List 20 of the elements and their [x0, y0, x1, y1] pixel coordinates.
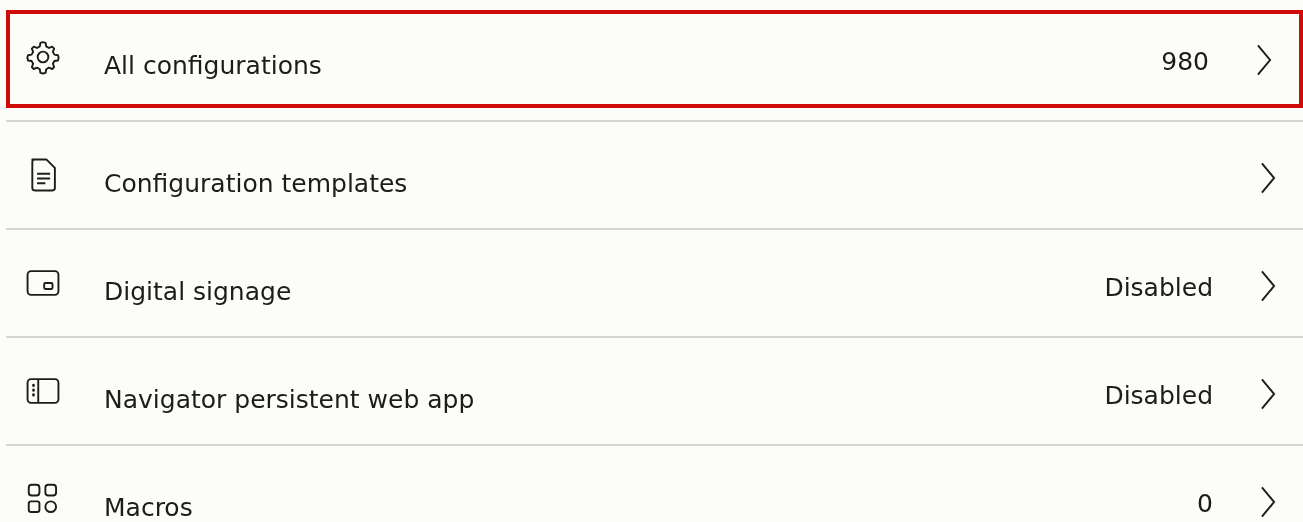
item-label: All configurations [104, 50, 323, 80]
chevron-icon [1259, 161, 1277, 195]
chevron-icon [1259, 485, 1277, 519]
menu-item[interactable]: Digital signage Disabled [6, 230, 1303, 336]
chevron-icon [1255, 43, 1273, 77]
item-label: Configuration templates [104, 168, 409, 198]
menu-item[interactable]: All configurations 980 [6, 10, 1303, 108]
item-value: Disabled [1104, 380, 1213, 410]
item-value: 0 [1197, 488, 1213, 518]
item-label: Navigator persistent web app [104, 384, 476, 414]
chevron-icon [1259, 377, 1277, 411]
menu-item[interactable]: Navigator persistent web app Disabled [6, 338, 1303, 444]
chevron-icon [1259, 269, 1277, 303]
gear-icon [24, 38, 62, 76]
item-value: Disabled [1104, 272, 1213, 302]
item-value: 980 [1161, 46, 1209, 76]
item-label: Digital signage [104, 276, 293, 306]
item-label: Macros [104, 492, 194, 522]
menu-item[interactable]: Configuration templates [6, 122, 1303, 228]
menu-item[interactable]: Macros 0 [6, 446, 1303, 522]
